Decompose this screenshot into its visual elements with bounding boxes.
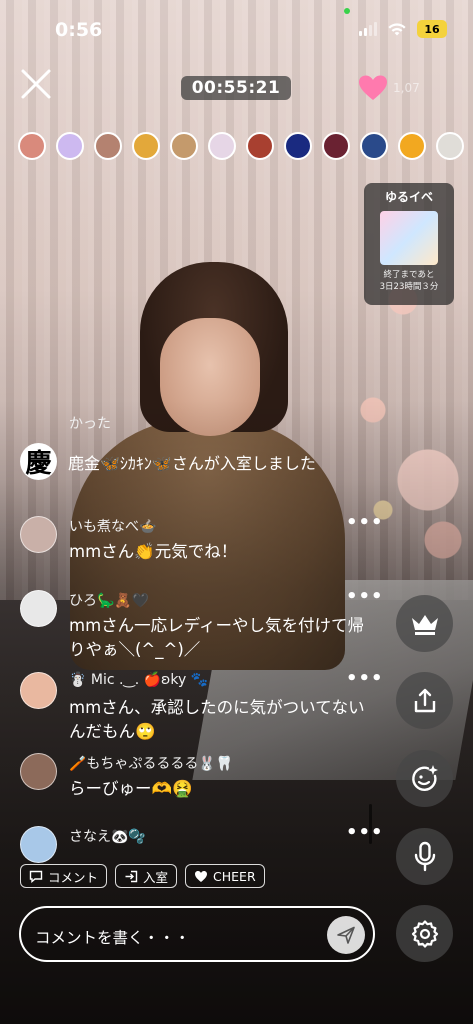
user-name[interactable]: さなえ🐼🫧 xyxy=(69,826,146,846)
heart-count: 1,07 xyxy=(393,81,420,95)
microphone-button[interactable] xyxy=(396,828,453,885)
filter-chip-entry[interactable]: 入室 xyxy=(115,864,178,888)
chat-filter-chips: コメント 入室 CHEER xyxy=(20,864,265,888)
viewer-avatar[interactable] xyxy=(398,132,426,160)
status-icons: 16 xyxy=(359,20,447,38)
chip-label: コメント xyxy=(48,869,99,885)
status-time: 0:56 xyxy=(55,19,103,41)
viewer-avatar[interactable] xyxy=(360,132,388,160)
close-icon[interactable] xyxy=(18,66,54,102)
comment-placeholder: コメントを書く・・・ xyxy=(35,929,191,947)
share-button[interactable] xyxy=(396,672,453,729)
entry-notification: 慶 鹿金🦋ｼｶｷﾝ🦋さんが入室しました xyxy=(20,443,316,480)
more-options-icon[interactable]: ••• xyxy=(346,668,384,689)
comment-input[interactable]: コメントを書く・・・ xyxy=(19,906,375,962)
send-button[interactable] xyxy=(327,916,365,954)
user-avatar[interactable] xyxy=(20,590,57,627)
stream-timer: 00:55:21 xyxy=(181,76,291,100)
viewer-avatar[interactable] xyxy=(56,132,84,160)
user-name[interactable]: いも煮なべ🍲 xyxy=(69,516,156,536)
viewer-avatar[interactable] xyxy=(132,132,160,160)
effect-button[interactable] xyxy=(396,750,453,807)
send-icon xyxy=(337,926,355,944)
viewer-avatar[interactable] xyxy=(322,132,350,160)
viewer-avatar[interactable] xyxy=(170,132,198,160)
message-text: らーびゅー🫶🤮 xyxy=(69,779,193,798)
settings-button[interactable] xyxy=(396,905,453,962)
chat-scroll-indicator[interactable] xyxy=(369,804,372,844)
heart-icon xyxy=(195,870,208,882)
microphone-icon xyxy=(414,841,435,871)
user-name[interactable]: ☃️ Mic .‿. 🍎ʚky 🐾 xyxy=(69,672,208,688)
cellular-signal-icon xyxy=(359,22,377,36)
viewer-avatar-list xyxy=(18,132,464,160)
event-banner-image xyxy=(380,211,438,265)
viewer-avatar[interactable] xyxy=(284,132,312,160)
wifi-icon xyxy=(388,22,406,35)
crown-icon xyxy=(411,614,438,635)
user-avatar[interactable] xyxy=(20,826,57,863)
more-options-icon[interactable]: ••• xyxy=(346,822,384,843)
user-name[interactable]: ひろ🦕🧸🖤 xyxy=(69,590,149,610)
event-title: ゆるイベ xyxy=(384,190,433,204)
user-avatar[interactable] xyxy=(20,672,57,709)
user-avatar[interactable] xyxy=(20,753,57,790)
heart-icon xyxy=(359,75,387,100)
share-icon xyxy=(414,688,435,712)
message-text: mmさん👏元気でね！ xyxy=(69,542,238,561)
entry-text: 鹿金🦋ｼｶｷﾝ🦋さんが入室しました xyxy=(68,453,316,473)
user-avatar[interactable] xyxy=(20,516,57,553)
event-remaining-label: 終了まであと xyxy=(383,270,435,280)
effect-icon xyxy=(411,764,438,791)
enter-icon xyxy=(125,870,138,882)
filter-chip-cheer[interactable]: CHEER xyxy=(185,864,265,888)
viewer-avatar[interactable] xyxy=(208,132,236,160)
message-text: mmさん、承認したのに気がついてないんだもん🙄 xyxy=(69,698,365,741)
more-options-icon[interactable]: ••• xyxy=(346,586,384,607)
chip-label: 入室 xyxy=(143,869,169,885)
battery-icon: 16 xyxy=(417,20,447,38)
heart-counter[interactable]: 1,07 xyxy=(357,74,420,102)
viewer-avatar[interactable] xyxy=(436,132,464,160)
viewer-avatar[interactable] xyxy=(18,132,46,160)
event-remaining-time: 3日23時間３分 xyxy=(379,282,439,292)
camera-indicator-dot xyxy=(344,8,350,14)
viewer-avatar[interactable] xyxy=(94,132,122,160)
crown-button[interactable] xyxy=(396,595,453,652)
entry-avatar: 慶 xyxy=(20,443,57,480)
chip-label: CHEER xyxy=(213,868,256,884)
chat-partial-text: かった xyxy=(69,416,111,432)
comment-icon xyxy=(29,870,43,883)
event-card[interactable]: ゆるイベ 終了まであと 3日23時間３分 xyxy=(364,183,454,305)
message-text: mmさん一応レディーやし気を付けて帰りやぁ＼(^_^)／ xyxy=(69,616,364,659)
settings-icon xyxy=(411,919,438,948)
user-name[interactable]: 🪥もちゃぷるるるる🐰🦷 xyxy=(69,753,233,773)
filter-chip-comment[interactable]: コメント xyxy=(20,864,108,888)
viewer-avatar[interactable] xyxy=(246,132,274,160)
more-options-icon[interactable]: ••• xyxy=(346,512,384,533)
